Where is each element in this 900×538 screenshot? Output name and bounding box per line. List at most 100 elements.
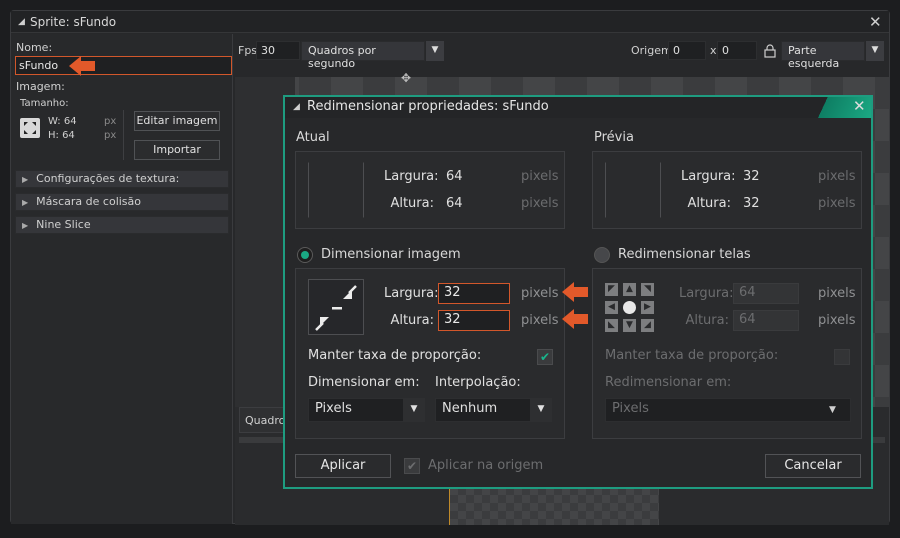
origin-y-input[interactable]: 0 [717, 41, 757, 60]
anchor-sw-icon[interactable]: ◣ [605, 319, 618, 332]
preview-frame [605, 162, 661, 218]
chevron-down-icon[interactable]: ▼ [530, 398, 552, 422]
frames-tab[interactable]: Quadro [239, 407, 287, 433]
scale-preview-frame [308, 279, 364, 335]
current-header: Atual [296, 130, 330, 145]
dialog-title: Redimensionar propriedades: sFundo [307, 99, 549, 114]
collapse-triangle-icon[interactable]: ◢ [18, 17, 25, 27]
canvas-height-input[interactable]: 64 [733, 310, 799, 331]
preview-width-value: 32 [743, 169, 760, 184]
sprite-name-input[interactable]: sFundo [15, 56, 232, 75]
resize-in-dropdown[interactable]: Pixels [605, 398, 851, 422]
scale-image-box: Largura: 32 pixels Altura: 32 pixels Man… [295, 268, 565, 439]
expand-triangle-icon: ▶ [22, 198, 29, 207]
import-button[interactable]: Importar [134, 140, 220, 160]
resize-canvas-radio[interactable] [594, 247, 610, 263]
section-collision-mask[interactable]: ▶ Máscara de colisão [15, 193, 229, 211]
canvas-width-unit: pixels [818, 286, 856, 301]
scale-in-label: Dimensionar em: [308, 375, 420, 390]
canvas-keep-ratio-checkbox[interactable] [834, 349, 850, 365]
image-label: Imagem: [16, 80, 65, 93]
window-titlebar[interactable]: ◢ Sprite: sFundo ✕ [11, 11, 889, 33]
preview-width-unit: pixels [818, 169, 856, 184]
window-title: Sprite: sFundo [30, 15, 117, 29]
scale-keep-ratio-checkbox[interactable]: ✔ [537, 349, 553, 365]
frames-label: Quadro [245, 414, 286, 427]
interp-dropdown[interactable]: Nenhum [435, 398, 531, 422]
canvas-keep-ratio-label: Manter taxa de proporção: [605, 348, 779, 363]
scale-in-dropdown[interactable]: Pixels [308, 398, 404, 422]
name-label: Nome: [16, 41, 53, 54]
chevron-down-icon[interactable]: ▼ [829, 399, 836, 421]
preview-height-label: Altura: [687, 196, 731, 211]
fps-mode-dropdown[interactable]: Quadros por segundo [301, 41, 425, 70]
anchor-nw-icon[interactable]: ◤ [605, 283, 618, 296]
expand-triangle-icon: ▶ [22, 221, 29, 230]
origin-x-label: x [710, 44, 717, 57]
current-width-label: Largura: [384, 169, 439, 184]
resize-in-label: Redimensionar em: [605, 375, 732, 390]
section-label: Máscara de colisão [36, 195, 142, 208]
canvas-height-unit: pixels [818, 313, 856, 328]
cancel-button[interactable]: Cancelar [765, 454, 861, 478]
apply-button[interactable]: Aplicar [295, 454, 391, 478]
resize-canvas-label: Redimensionar telas [618, 247, 751, 262]
canvas-height-label: Altura: [685, 313, 729, 328]
arrow-pointer-icon [562, 309, 588, 329]
preview-box: Largura: 32 pixels Altura: 32 pixels [592, 151, 862, 229]
lock-icon[interactable] [764, 43, 776, 58]
section-label: Nine Slice [36, 218, 91, 231]
resize-canvas-box: ◤ ▲ ◥ ◀ ▶ ◣ ▼ ◢ Largura: 64 pixels Altur… [592, 268, 862, 439]
section-nine-slice[interactable]: ▶ Nine Slice [15, 216, 229, 234]
anchor-ne-icon[interactable]: ◥ [641, 283, 654, 296]
scale-image-radio[interactable] [297, 247, 313, 263]
arrow-pointer-icon [562, 282, 588, 302]
preview-width-label: Largura: [681, 169, 736, 184]
scale-width-input[interactable]: 32 [438, 283, 510, 304]
height-readout: H: 64 [48, 130, 75, 141]
canvas-width-input[interactable]: 64 [733, 283, 799, 304]
anchor-grid[interactable]: ◤ ▲ ◥ ◀ ▶ ◣ ▼ ◢ [603, 281, 659, 337]
scale-keep-ratio-label: Manter taxa de proporção: [308, 348, 482, 363]
scale-height-unit: pixels [521, 313, 559, 328]
apply-origin-checkbox[interactable]: ✔ [404, 458, 420, 474]
shrink-icon [315, 285, 357, 331]
fps-input[interactable]: 30 [256, 41, 300, 60]
chevron-down-icon[interactable]: ▼ [426, 41, 444, 61]
apply-origin-label: Aplicar na origem [428, 458, 544, 473]
width-readout: W: 64 [48, 116, 77, 127]
collapse-triangle-icon[interactable]: ◢ [293, 102, 300, 112]
anchor-s-icon[interactable]: ▼ [623, 319, 636, 332]
anchor-center-icon[interactable] [623, 301, 636, 314]
current-width-value: 64 [446, 169, 463, 184]
close-icon[interactable]: ✕ [853, 97, 866, 115]
anchor-n-icon[interactable]: ▲ [623, 283, 636, 296]
scale-width-unit: pixels [521, 286, 559, 301]
current-height-label: Altura: [390, 196, 434, 211]
dialog-titlebar[interactable]: ◢ Redimensionar propriedades: sFundo ✕ [285, 97, 871, 118]
edit-image-button[interactable]: Editar imagem [134, 111, 220, 131]
anchor-e-icon[interactable]: ▶ [641, 301, 654, 314]
height-unit: px [104, 130, 117, 141]
sprite-properties-panel: Nome: sFundo Imagem: Tamanho: W: 64 H: 6… [11, 34, 233, 524]
preview-header: Prévia [594, 130, 634, 145]
fps-label: Fps [238, 44, 258, 57]
scale-height-input[interactable]: 32 [438, 310, 510, 331]
chevron-down-icon[interactable]: ▼ [866, 41, 884, 61]
preview-height-value: 32 [743, 196, 760, 211]
origin-marker-icon[interactable]: ✥ [401, 71, 411, 85]
interp-label: Interpolação: [435, 375, 521, 390]
anchor-w-icon[interactable]: ◀ [605, 301, 618, 314]
current-box: Largura: 64 pixels Altura: 64 pixels [295, 151, 565, 229]
resize-icon[interactable] [20, 118, 40, 138]
expand-triangle-icon: ▶ [22, 175, 29, 184]
origin-x-input[interactable]: 0 [668, 41, 706, 60]
origin-mode-dropdown[interactable]: Parte esquerda [781, 41, 865, 70]
chevron-down-icon[interactable]: ▼ [403, 398, 425, 422]
arrow-pointer-icon [69, 56, 95, 76]
close-icon[interactable]: ✕ [869, 13, 882, 31]
section-texture-settings[interactable]: ▶ Configurações de textura: [15, 170, 229, 188]
current-height-value: 64 [446, 196, 463, 211]
anchor-se-icon[interactable]: ◢ [641, 319, 654, 332]
section-label: Configurações de textura: [36, 172, 180, 185]
